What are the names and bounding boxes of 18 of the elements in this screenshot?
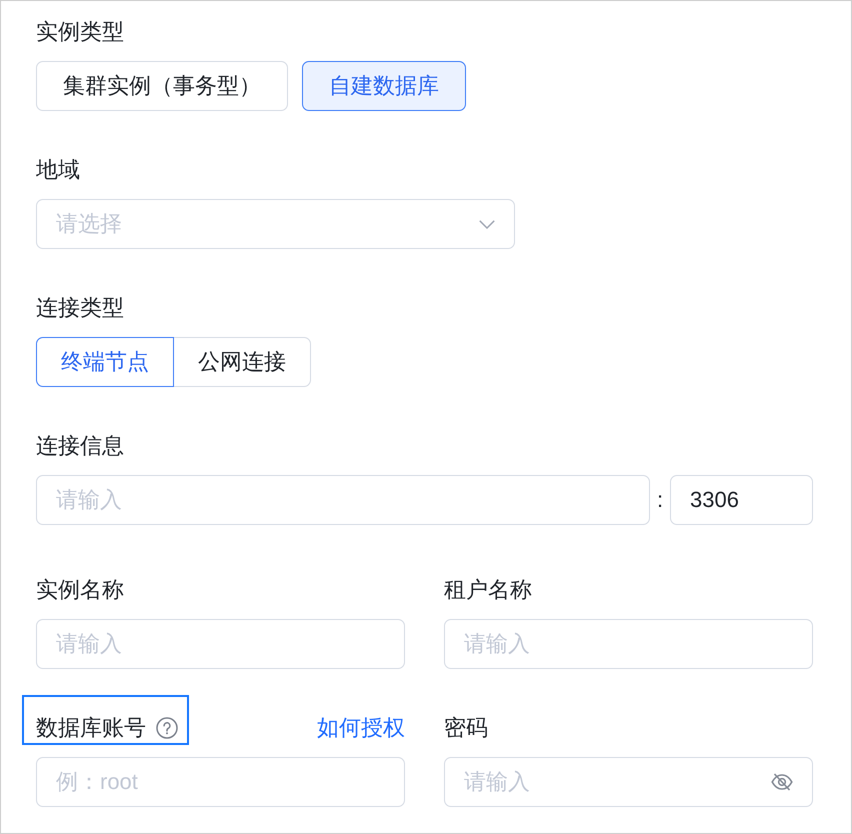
- option-card[interactable]: 集群实例（事务型）: [36, 61, 288, 111]
- input-field[interactable]: 3306: [670, 475, 813, 525]
- field-label: 数据库账号: [36, 714, 146, 742]
- segment-tab[interactable]: 公网连接: [173, 337, 311, 387]
- field-label: 连接信息: [36, 432, 124, 460]
- eye-slash-icon[interactable]: [771, 773, 793, 791]
- segment-tab[interactable]: 终端节点: [36, 337, 174, 387]
- separator-text: :: [656, 487, 664, 513]
- chevron-down-icon: [479, 220, 495, 228]
- field-label: 密码: [444, 714, 488, 742]
- help-link[interactable]: 如何授权: [317, 713, 405, 743]
- help-icon[interactable]: [156, 717, 178, 739]
- field-label: 连接类型: [36, 294, 124, 322]
- field-label: 实例类型: [36, 18, 124, 46]
- field-label: 租户名称: [444, 576, 532, 604]
- field-label: 地域: [36, 156, 80, 184]
- option-card[interactable]: 自建数据库: [302, 61, 466, 111]
- field-label: 实例名称: [36, 576, 124, 604]
